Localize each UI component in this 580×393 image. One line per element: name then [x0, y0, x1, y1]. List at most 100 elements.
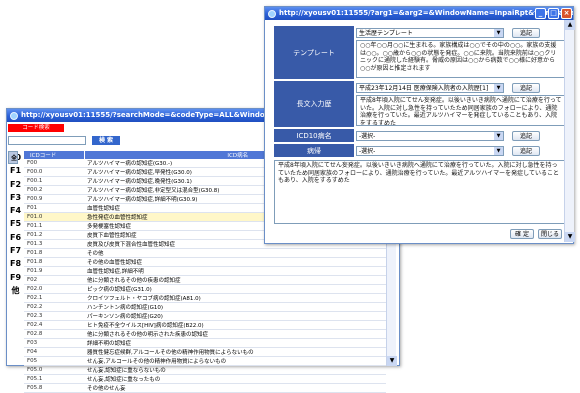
icd-code-cell[interactable]: F01.8 [24, 248, 84, 258]
tab-f4[interactable]: F4 [8, 204, 23, 217]
icd-code-cell[interactable]: F00.0 [24, 167, 84, 177]
table-row[interactable]: F02.1 クロイツフェルト・ヤコブ病の認知症(A81.0) [24, 293, 386, 303]
icd-code-cell[interactable]: F02.2 [24, 302, 84, 312]
icd-name-cell[interactable]: せん妄,アルコールその他の精神作用物質によらないもの [84, 356, 386, 366]
tab-other[interactable]: 他 [8, 284, 23, 297]
close-button[interactable]: 閉じる [538, 229, 562, 239]
tab-f5[interactable]: F5 [8, 217, 23, 230]
icd-name-cell[interactable]: ヒト免疫不全ウイルス[HIV]病の認知症(B22.0) [84, 320, 386, 330]
confirm-button[interactable]: 確 定 [510, 229, 534, 239]
icd-code-cell[interactable]: F04 [24, 347, 84, 357]
icd-name-cell[interactable]: ピック病の認知症(G31.0) [84, 284, 386, 294]
icd-name-cell[interactable]: 詳細不明の認知症 [84, 338, 386, 348]
maximize-icon[interactable]: □ [548, 8, 559, 19]
disease-select[interactable]: -選択- ▼ [356, 146, 504, 156]
icd-code-cell[interactable]: F01.1 [24, 221, 84, 231]
tab-f1[interactable]: F1 [8, 164, 23, 177]
history-select[interactable]: 平成23年12月14日 医療保険入院者の入院歴[1] ▼ [356, 83, 504, 93]
icd-code-cell[interactable]: F02.3 [24, 311, 84, 321]
table-row[interactable]: F02.3 パーキンソン病の認知症(G20) [24, 311, 386, 321]
scroll-up-icon[interactable]: ▲ [565, 20, 575, 30]
table-row[interactable]: F05.1 せん妄,認知症に重なったもの [24, 374, 386, 384]
code-search-button[interactable]: コード検索 [8, 124, 64, 132]
icd-code-cell[interactable]: F03 [24, 338, 84, 348]
search-button[interactable]: 検 索 [92, 136, 120, 145]
disease-label: 病帰 [274, 144, 354, 157]
table-row[interactable]: F01.8 その他の血管性認知症 [24, 257, 386, 267]
icd-name-cell[interactable]: その他の血管性認知症 [84, 257, 386, 267]
icd-name-cell[interactable]: 血管性認知症,詳細不明 [84, 266, 386, 276]
icd-code-cell[interactable]: F00.1 [24, 176, 84, 186]
icd-code-cell[interactable]: F01.2 [24, 230, 84, 240]
icd-add-button[interactable]: 追記 [512, 131, 540, 141]
disease-add-button[interactable]: 追記 [512, 146, 540, 156]
icd-code-cell[interactable]: F01.0 [24, 212, 84, 222]
chevron-down-icon: ▼ [494, 132, 503, 140]
ie-icon [268, 10, 276, 18]
icd-code-cell[interactable]: F02.8 [24, 329, 84, 339]
table-row[interactable]: F02.8 他に分類されるその他の明示された疾患の認知症 [24, 329, 386, 339]
icd-code-cell[interactable]: F01 [24, 203, 84, 213]
minimize-icon[interactable]: _ [535, 8, 546, 19]
tab-f9[interactable]: F9 [8, 271, 23, 284]
tab-f3[interactable]: F3 [8, 191, 23, 204]
history-text[interactable]: 平成8年頃入院にてせん妄発症。以後いきいき病院へ通院にて治療を行っていた。入院に… [356, 95, 566, 126]
table-row[interactable]: F03 詳細不明の認知症 [24, 338, 386, 348]
history-label: 長文入力歴 [274, 81, 354, 127]
code-category-tabs: 全 F0 F1 F2 F3 F4 F5 F6 F7 F8 F9 他 [8, 151, 23, 297]
icd-code-cell[interactable]: F02.1 [24, 293, 84, 303]
icd-name-cell[interactable]: その他のせん妄 [84, 383, 386, 393]
tab-f2[interactable]: F2 [8, 178, 23, 191]
tab-f7[interactable]: F7 [8, 244, 23, 257]
tab-f8[interactable]: F8 [8, 257, 23, 270]
icd-select[interactable]: -選択- ▼ [356, 131, 504, 141]
icd-name-cell[interactable]: ハンチントン病の認知症(G10) [84, 302, 386, 312]
icd-name-cell[interactable]: クロイツフェルト・ヤコブ病の認知症(A81.0) [84, 293, 386, 303]
template-text[interactable]: ○○年○○月○○に生まれる。家族構成は○○でその中の○○。家族の支援は○○。○○… [356, 40, 566, 78]
icd-code-cell[interactable]: F05 [24, 356, 84, 366]
icd-name-cell[interactable]: 他に分類されるその他の明示された疾患の認知症 [84, 329, 386, 339]
icd-code-cell[interactable]: F01.3 [24, 239, 84, 249]
chevron-down-icon: ▼ [494, 29, 503, 37]
table-row[interactable]: F05 せん妄,アルコールその他の精神作用物質によらないもの [24, 356, 386, 366]
icd-code-cell[interactable]: F02.4 [24, 320, 84, 330]
table-row[interactable]: F01.8 その他 [24, 248, 386, 258]
icd-code-cell[interactable]: F05.0 [24, 365, 84, 375]
icd-code-cell[interactable]: F00.9 [24, 194, 84, 204]
icd-code-cell[interactable]: F02 [24, 275, 84, 285]
template-add-button[interactable]: 追記 [512, 28, 540, 38]
icd-code-cell[interactable]: F05.1 [24, 374, 84, 384]
icd-name-cell[interactable]: 他に分類されるその他の疾患の認知症 [84, 275, 386, 285]
table-row[interactable]: F04 器質性健忘症候群,アルコールその他の精神作用物質によらないもの [24, 347, 386, 357]
main-text-area[interactable]: 平成8年頃入院にてせん妄発症。以後いきいき病院へ通院にて治療を行っていた。入院に… [274, 160, 566, 224]
scroll-down-icon[interactable]: ▼ [387, 356, 397, 366]
search-input[interactable] [8, 136, 86, 145]
table-row[interactable]: F01.9 血管性認知症,詳細不明 [24, 266, 386, 276]
template-select[interactable]: 生活歴テンプレート ▼ [356, 28, 504, 38]
table-row[interactable]: F02.2 ハンチントン病の認知症(G10) [24, 302, 386, 312]
icd-code-cell[interactable]: F01.9 [24, 266, 84, 276]
table-row[interactable]: F02.4 ヒト免疫不全ウイルス[HIV]病の認知症(B22.0) [24, 320, 386, 330]
table-row[interactable]: F05.8 その他のせん妄 [24, 383, 386, 393]
tab-f6[interactable]: F6 [8, 231, 23, 244]
icd-code-cell[interactable]: F01.8 [24, 257, 84, 267]
right-title: http://xyousv01:11555/?arg1=&arg2=&Windo… [279, 9, 573, 17]
table-row[interactable]: F02 他に分類されるその他の疾患の認知症 [24, 275, 386, 285]
icd-name-cell[interactable]: せん妄,認知症に重なったもの [84, 374, 386, 384]
tab-all[interactable]: 全 [8, 151, 19, 165]
scroll-down-icon[interactable]: ▼ [565, 232, 575, 242]
close-icon[interactable]: × [561, 8, 572, 19]
history-add-button[interactable]: 追記 [512, 83, 540, 93]
icd-code-cell[interactable]: F00.2 [24, 185, 84, 195]
icd-name-cell[interactable]: その他 [84, 248, 386, 258]
icd-name-cell[interactable]: せん妄,認知症に重ならないもの [84, 365, 386, 375]
icd-code-cell[interactable]: F05.8 [24, 383, 84, 393]
icd-name-cell[interactable]: パーキンソン病の認知症(G20) [84, 311, 386, 321]
icd-code-cell[interactable]: F00 [24, 159, 84, 168]
right-scrollbar[interactable]: ▲ ▼ [564, 20, 575, 242]
table-row[interactable]: F02.0 ピック病の認知症(G31.0) [24, 284, 386, 294]
table-row[interactable]: F05.0 せん妄,認知症に重ならないもの [24, 365, 386, 375]
icd-code-cell[interactable]: F02.0 [24, 284, 84, 294]
right-titlebar[interactable]: http://xyousv01:11555/?arg1=&arg2=&Windo… [265, 7, 573, 20]
icd-name-cell[interactable]: 器質性健忘症候群,アルコールその他の精神作用物質によらないもの [84, 347, 386, 357]
